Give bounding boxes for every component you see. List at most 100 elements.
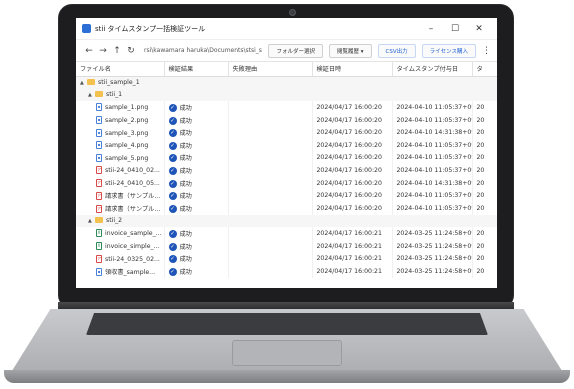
extra-cell: 20 — [472, 239, 497, 253]
window-title: stii タイムスタンプ一括検証ツール — [95, 24, 206, 33]
folder-name: stii_2 — [106, 217, 123, 225]
table-row[interactable]: ▪ sample_2.png ✓ 成功 2024/04/17 16:00:20 2024-… — [76, 113, 497, 127]
verified-date-cell: 2024/04/17 16:00:20 — [312, 138, 393, 152]
check-circle-icon: ✓ — [168, 129, 177, 138]
table-row[interactable]: ア請求書（サンプル... ✓ 成功 2024/04/17 16:00:20 2024-0… — [76, 201, 497, 215]
table-row[interactable]: ▪ sample_1.png ✓ 成功 2024/04/17 16:00:20 2024-… — [76, 101, 497, 114]
table-row[interactable]: ア stii-24_0410_02... ✓ 成功 2024/04/17 16:00:2… — [76, 164, 497, 177]
check-circle-icon: ✓ — [168, 141, 177, 150]
result-text: 成功 — [179, 256, 192, 264]
timestamp-date-cell: 2024-03-25 11:24:58+09:... — [392, 264, 473, 278]
table-header-row: ファイル名 検証結果 失敗理由 検証日時 タイムスタンプ付与日 タ — [76, 62, 497, 77]
file-name: invoice_sample_... — [105, 230, 162, 238]
file-name: 請求書（サンプル... — [105, 193, 161, 201]
table-row[interactable]: Xinvoice_sample_... ✓ 成功 2024/04/17 16:00:2… — [76, 227, 497, 240]
folder-row[interactable]: ▲ stii_2 — [76, 214, 497, 228]
column-header[interactable]: 検証日時 — [312, 62, 393, 77]
reason-cell — [228, 176, 313, 190]
file-name-cell: ア stii-24_0410_05... — [76, 176, 165, 190]
refresh-icon[interactable]: ↻ — [124, 46, 138, 56]
maximize-button[interactable]: ☐ — [443, 24, 467, 34]
reason-cell — [228, 138, 313, 152]
back-arrow-icon[interactable]: ← — [82, 46, 96, 56]
result-cell: ✓ 成功 — [164, 151, 229, 165]
column-header[interactable]: 失敗理由 — [228, 62, 313, 77]
folder-name: stii_sample_1 — [98, 79, 140, 87]
table-row[interactable]: ア請求書（サンプル... ✓ 成功 2024/04/17 16:00:20 2024-0… — [76, 189, 497, 202]
file-name: 請求書（サンプル... — [105, 205, 161, 213]
timestamp-date-cell: 2024-04-10 11:05:37+09:... — [392, 201, 473, 215]
verified-date-cell: 2024/04/17 16:00:21 — [312, 239, 393, 253]
table-row[interactable]: ▪ sample_3.png ✓ 成功 2024/04/17 16:00:20 2024-… — [76, 126, 497, 139]
laptop-hinge — [58, 302, 514, 310]
column-header[interactable]: タ — [472, 62, 497, 77]
timestamp-date-cell: 2024-04-10 11:05:37+09:... — [392, 151, 473, 165]
csv-export-button[interactable]: CSV出力 — [377, 43, 416, 58]
extra-cell: 20 — [472, 164, 497, 177]
trackpad — [232, 340, 342, 366]
folder-name: stii_1 — [106, 91, 123, 99]
result-cell: ✓ 成功 — [164, 113, 229, 127]
check-circle-icon: ✓ — [168, 267, 177, 276]
reason-cell — [228, 113, 313, 127]
check-circle-icon: ✓ — [168, 166, 177, 175]
column-header[interactable]: ファイル名 — [76, 62, 165, 77]
result-text: 成功 — [179, 180, 192, 188]
up-arrow-icon[interactable]: ↑ — [110, 46, 124, 56]
folder-row[interactable]: ▲ stii_sample_1 — [76, 76, 497, 89]
reason-cell — [228, 227, 313, 240]
title-bar: stii タイムスタンプ一括検証ツール – ☐ ✕ — [76, 18, 497, 40]
check-circle-icon: ✓ — [168, 204, 177, 213]
result-cell: ✓ 成功 — [164, 164, 229, 177]
camera-icon — [289, 9, 296, 16]
expand-toggle-icon[interactable]: ▲ — [80, 80, 87, 86]
result-cell: ✓ 成功 — [164, 176, 229, 190]
table-row[interactable]: ▪ sample_5.png ✓ 成功 2024/04/17 16:00:20 2024-… — [76, 151, 497, 165]
table-row[interactable]: ア stii-24_0325_02... ✓ 成功 2024/04/17 16:00:2… — [76, 252, 497, 265]
app-window: stii タイムスタンプ一括検証ツール – ☐ ✕ ← → ↑ ↻ rsi\ka… — [76, 18, 497, 288]
check-circle-icon: ✓ — [168, 242, 177, 251]
column-header[interactable]: タイムスタンプ付与日 — [392, 62, 473, 77]
file-name: sample_5.png — [105, 154, 149, 162]
result-text: 成功 — [179, 193, 192, 201]
result-text: 成功 — [179, 142, 192, 150]
verified-date-cell: 2024/04/17 16:00:20 — [312, 176, 393, 190]
table-row[interactable]: ▪ sample_4.png ✓ 成功 2024/04/17 16:00:20 2024-… — [76, 138, 497, 152]
license-purchase-button[interactable]: ライセンス購入 — [421, 43, 476, 58]
table-row[interactable]: ア stii-24_0410_05... ✓ 成功 2024/04/17 16:00:2… — [76, 176, 497, 190]
xls-file-icon: X — [96, 242, 102, 251]
table-row[interactable]: Xinvoice_simple_... ✓ 成功 2024/04/17 16:00:2… — [76, 239, 497, 253]
forward-arrow-icon[interactable]: → — [96, 46, 110, 56]
result-text: 成功 — [179, 167, 192, 175]
timestamp-date-cell: 2024-04-10 14:31:38+09:... — [392, 176, 473, 190]
check-circle-icon: ✓ — [168, 103, 177, 112]
close-button[interactable]: ✕ — [467, 24, 491, 34]
path-breadcrumb[interactable]: rsi\kawamara haruka\Documents\stsi_sampl… — [144, 47, 262, 54]
column-header[interactable]: 検証結果 — [164, 62, 229, 77]
verified-date-cell: 2024/04/17 16:00:20 — [312, 164, 393, 177]
result-text: 成功 — [179, 268, 192, 276]
folder-row[interactable]: ▲ stii_1 — [76, 88, 497, 102]
folder-select-button[interactable]: フォルダー選択 — [268, 43, 323, 58]
result-text: 成功 — [179, 117, 192, 125]
pdf-file-icon: ア — [96, 192, 102, 201]
more-menu-icon[interactable]: ⋮ — [482, 46, 491, 56]
extra-cell: 20 — [472, 189, 497, 202]
file-name: stii-24_0410_05... — [105, 180, 160, 188]
app-logo-icon — [82, 24, 91, 33]
result-cell: ✓ 成功 — [164, 252, 229, 265]
file-name: invoice_simple_... — [105, 243, 160, 251]
result-text: 成功 — [179, 155, 192, 163]
result-text: 成功 — [179, 104, 192, 112]
file-name: 領収書_sample... — [105, 268, 156, 276]
table-row[interactable]: ▪ 領収書_sample... ✓ 成功 2024/04/17 16:00:21 2024… — [76, 264, 497, 278]
extra-cell: 20 — [472, 101, 497, 114]
minimize-button[interactable]: – — [419, 24, 443, 34]
results-table: ファイル名 検証結果 失敗理由 検証日時 タイムスタンプ付与日 タ ▲ stii_… — [76, 62, 497, 278]
reason-cell — [228, 201, 313, 215]
verified-date-cell: 2024/04/17 16:00:20 — [312, 101, 393, 114]
history-dropdown-button[interactable]: 閲覧履歴 ▾ — [328, 43, 372, 58]
result-text: 成功 — [179, 243, 192, 251]
expand-toggle-icon[interactable]: ▲ — [88, 92, 95, 98]
expand-toggle-icon[interactable]: ▲ — [88, 218, 95, 224]
